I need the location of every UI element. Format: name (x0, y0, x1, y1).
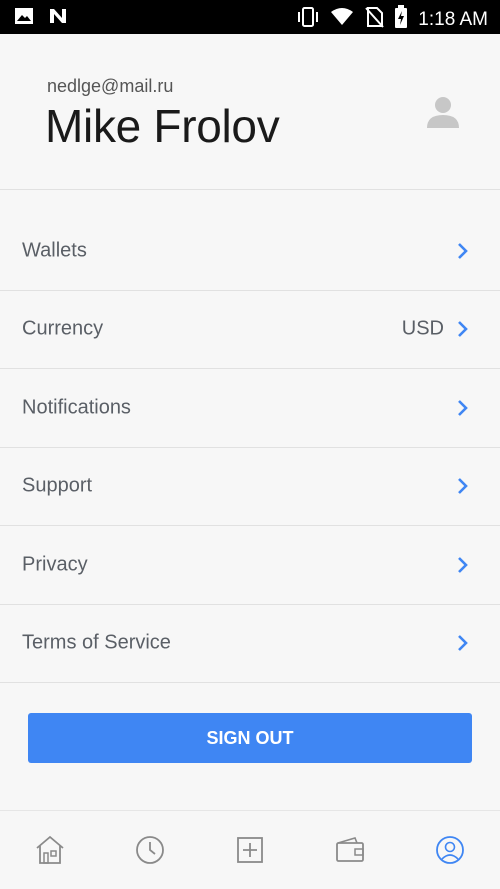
menu-item-support[interactable]: Support (0, 448, 500, 526)
sign-out-button[interactable]: SIGN OUT (28, 713, 472, 763)
person-icon[interactable] (424, 94, 462, 132)
profile-icon[interactable] (433, 833, 467, 867)
home-icon[interactable] (33, 833, 67, 867)
status-time: 1:18 AM (418, 8, 488, 30)
n-app-icon (48, 7, 68, 30)
menu-item-label: Privacy (22, 553, 88, 576)
settings-menu: Wallets Currency USD Notifications Suppo… (0, 212, 500, 683)
vibrate-icon (296, 6, 320, 33)
menu-item-currency[interactable]: Currency USD (0, 291, 500, 369)
plus-icon[interactable] (233, 833, 267, 867)
profile-email: nedlge@mail.ru (47, 76, 174, 96)
menu-item-privacy[interactable]: Privacy (0, 526, 500, 605)
clock-icon[interactable] (133, 833, 167, 867)
chevron-right-icon (458, 478, 468, 495)
menu-item-wallets[interactable]: Wallets (0, 212, 500, 291)
wallet-icon[interactable] (333, 833, 367, 867)
menu-item-label: Wallets (22, 239, 87, 262)
status-bar-right: 1:18 AM (296, 5, 488, 34)
status-bar-left (14, 7, 68, 30)
currency-value: USD (401, 317, 444, 340)
image-icon (14, 7, 34, 30)
menu-item-notifications[interactable]: Notifications (0, 369, 500, 448)
status-bar: 1:18 AM (0, 0, 500, 34)
chevron-right-icon (458, 635, 468, 652)
profile-header: nedlge@mail.ru Mike Frolov (0, 34, 500, 190)
chevron-right-icon (458, 242, 468, 259)
no-sim-icon (364, 6, 385, 33)
chevron-right-icon (458, 399, 468, 416)
menu-item-terms[interactable]: Terms of Service (0, 605, 500, 683)
menu-item-label: Support (22, 474, 93, 497)
profile-name: Mike Frolov (45, 100, 280, 152)
chevron-right-icon (458, 556, 468, 573)
wifi-icon (330, 7, 354, 32)
menu-item-label: Notifications (22, 396, 131, 419)
menu-item-label: Terms of Service (22, 631, 171, 654)
menu-item-label: Currency (22, 317, 104, 340)
bottom-tab-bar (0, 810, 500, 889)
battery-charging-icon (394, 5, 408, 34)
chevron-right-icon (458, 321, 468, 338)
